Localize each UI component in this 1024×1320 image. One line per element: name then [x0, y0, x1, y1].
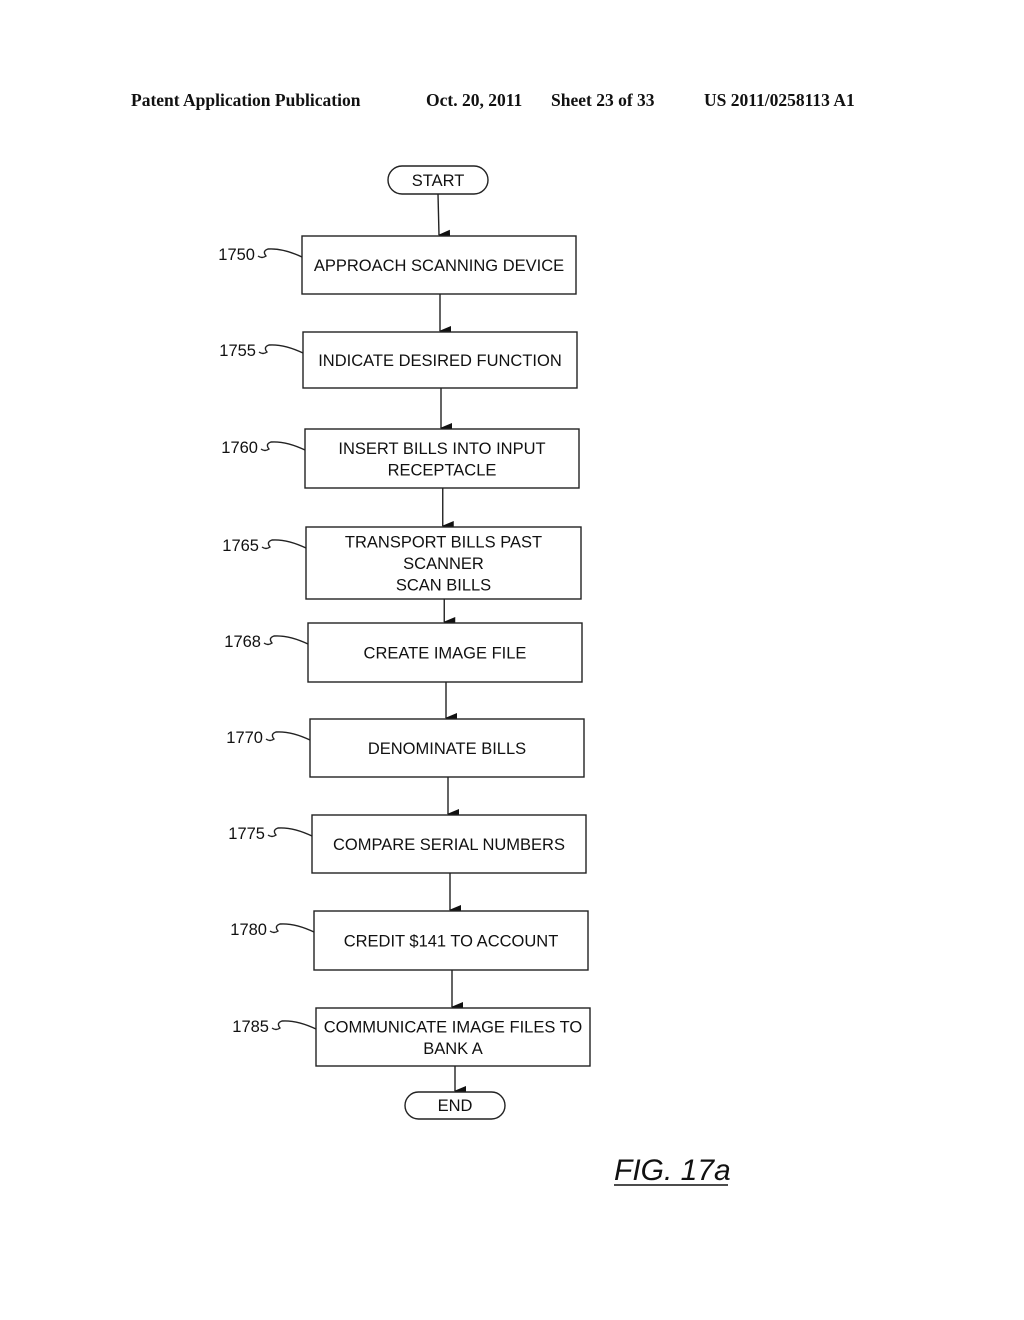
leader-line	[263, 635, 309, 646]
step-text: TRANSPORT BILLS PAST	[345, 534, 542, 552]
step-text: SCAN BILLS	[396, 577, 491, 595]
end-terminal: END	[404, 1091, 506, 1120]
process-step: CREDIT $141 TO ACCOUNT 1780	[230, 910, 589, 971]
leader-line	[271, 1020, 317, 1031]
step-text: CREDIT $141 TO ACCOUNT	[344, 933, 559, 951]
end-label: END	[438, 1097, 473, 1115]
leader-line	[267, 827, 313, 838]
step-text: RECEPTACLE	[388, 461, 497, 479]
step-reference-number: 1755	[219, 342, 256, 360]
figure-label: FIG. 17a	[614, 1154, 731, 1187]
process-step: TRANSPORT BILLS PAST SCANNER SCAN BILLS 176…	[222, 526, 582, 600]
start-label: START	[412, 172, 465, 190]
leader-line	[260, 441, 306, 452]
step-text: INDICATE DESIRED FUNCTION	[318, 352, 562, 370]
process-step: INSERT BILLS INTO INPUT RECEPTACLE 1760	[221, 428, 580, 489]
process-step: APPROACH SCANNING DEVICE 1750	[218, 235, 577, 295]
flowchart: START APPROACH SCANNING DEVICE 1750 INDICA…	[218, 165, 731, 1187]
flow-arrow	[437, 193, 451, 240]
step-text: DENOMINATE BILLS	[368, 740, 526, 758]
step-reference-number: 1760	[221, 439, 258, 457]
step-text: INSERT BILLS INTO INPUT	[338, 440, 545, 458]
leader-line	[258, 344, 304, 355]
process-step: COMMUNICATE IMAGE FILES TO BANK A 1785	[232, 1007, 591, 1067]
step-reference-number: 1775	[228, 825, 265, 843]
process-step: CREATE IMAGE FILE 1768	[224, 622, 583, 683]
step-text: SCANNER	[403, 555, 484, 573]
step-reference-number: 1768	[224, 633, 261, 651]
step-text: CREATE IMAGE FILE	[364, 645, 527, 663]
step-text: COMPARE SERIAL NUMBERS	[333, 836, 565, 854]
leader-line	[257, 248, 303, 259]
leader-line	[261, 539, 307, 550]
step-text: BANK A	[423, 1040, 483, 1058]
step-reference-number: 1785	[232, 1018, 269, 1036]
step-reference-number: 1765	[222, 537, 259, 555]
process-step: COMPARE SERIAL NUMBERS 1775	[228, 814, 587, 874]
process-step: DENOMINATE BILLS 1770	[226, 718, 585, 778]
figure-caption: FIG. 17a	[614, 1154, 731, 1187]
leader-line	[265, 731, 311, 742]
step-reference-number: 1780	[230, 921, 267, 939]
step-text: COMMUNICATE IMAGE FILES TO	[324, 1018, 583, 1036]
step-reference-number: 1770	[226, 729, 263, 747]
leader-line	[269, 923, 315, 934]
step-text: APPROACH SCANNING DEVICE	[314, 257, 564, 275]
start-terminal: START	[387, 165, 489, 195]
step-reference-number: 1750	[218, 246, 255, 264]
process-step: INDICATE DESIRED FUNCTION 1755	[219, 331, 578, 389]
